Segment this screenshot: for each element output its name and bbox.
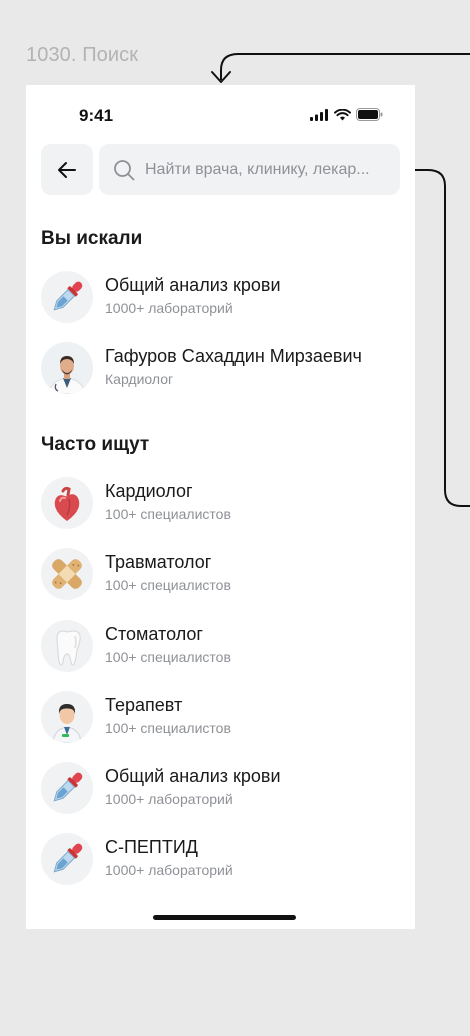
home-indicator bbox=[153, 915, 296, 920]
tooth-icon bbox=[41, 620, 93, 672]
pipette-icon bbox=[41, 762, 93, 814]
doctor-avatar bbox=[41, 342, 93, 394]
recent-item[interactable]: Гафуров Сахаддин Мирзаевич Кардиолог bbox=[41, 342, 400, 398]
item-subtitle: 100+ специалистов bbox=[105, 720, 231, 736]
item-subtitle: 100+ специалистов bbox=[105, 649, 231, 665]
popular-item[interactable]: Терапевт 100+ специалистов bbox=[41, 691, 400, 747]
wifi-icon bbox=[334, 108, 351, 120]
bandage-icon bbox=[41, 548, 93, 600]
item-title: Общий анализ крови bbox=[105, 275, 281, 295]
item-title: Кардиолог bbox=[105, 481, 193, 501]
item-subtitle: 100+ специалистов bbox=[105, 506, 231, 522]
recent-section-title: Вы искали bbox=[41, 228, 143, 249]
popular-item[interactable]: Общий анализ крови 1000+ лабораторий bbox=[41, 762, 400, 818]
magnifier-icon bbox=[114, 159, 135, 180]
item-title: Общий анализ крови bbox=[105, 766, 281, 786]
battery-icon bbox=[356, 108, 383, 121]
status-bar: 9:41 bbox=[26, 85, 415, 135]
signal-icon bbox=[310, 108, 328, 121]
popular-item[interactable]: Стоматолог 100+ специалистов bbox=[41, 620, 400, 676]
item-title: Травматолог bbox=[105, 552, 212, 572]
item-subtitle: 1000+ лабораторий bbox=[105, 791, 233, 807]
item-title: Терапевт bbox=[105, 695, 183, 715]
search-input[interactable] bbox=[145, 160, 393, 179]
status-icons bbox=[310, 108, 383, 121]
search-field[interactable] bbox=[99, 144, 400, 195]
pipette-icon bbox=[41, 833, 93, 885]
item-subtitle: 1000+ лабораторий bbox=[105, 862, 233, 878]
arrow-left-icon bbox=[58, 161, 76, 178]
item-title: С-ПЕПТИД bbox=[105, 837, 198, 857]
item-subtitle: 1000+ лабораторий bbox=[105, 300, 233, 316]
phone-screen: 9:41 Найти врача, клинику, лекар... Вы и… bbox=[26, 85, 415, 929]
item-subtitle: 100+ специалистов bbox=[105, 577, 231, 593]
doctor-photo bbox=[48, 356, 86, 394]
therapist-icon bbox=[41, 691, 93, 743]
pipette-icon bbox=[41, 271, 93, 323]
back-button[interactable] bbox=[41, 144, 93, 195]
popular-section-title: Часто ищут bbox=[41, 434, 150, 455]
popular-item[interactable]: Травматолог 100+ специалистов bbox=[41, 548, 400, 604]
search-row bbox=[41, 144, 400, 195]
heart-icon bbox=[41, 477, 93, 529]
design-canvas: 1030. Поиск 9:41 Найти врача, клинику, л… bbox=[0, 0, 470, 1036]
item-subtitle: Кардиолог bbox=[105, 371, 174, 387]
item-title: Стоматолог bbox=[105, 624, 203, 644]
recent-item[interactable]: Общий анализ крови 1000+ лабораторий bbox=[41, 271, 400, 327]
item-title: Гафуров Сахаддин Мирзаевич bbox=[105, 346, 362, 366]
frame-label: 1030. Поиск bbox=[26, 44, 139, 66]
popular-item[interactable]: Кардиолог 100+ специалистов bbox=[41, 477, 400, 533]
status-time: 9:41 bbox=[79, 106, 114, 125]
popular-item[interactable]: С-ПЕПТИД 1000+ лабораторий bbox=[41, 833, 400, 889]
